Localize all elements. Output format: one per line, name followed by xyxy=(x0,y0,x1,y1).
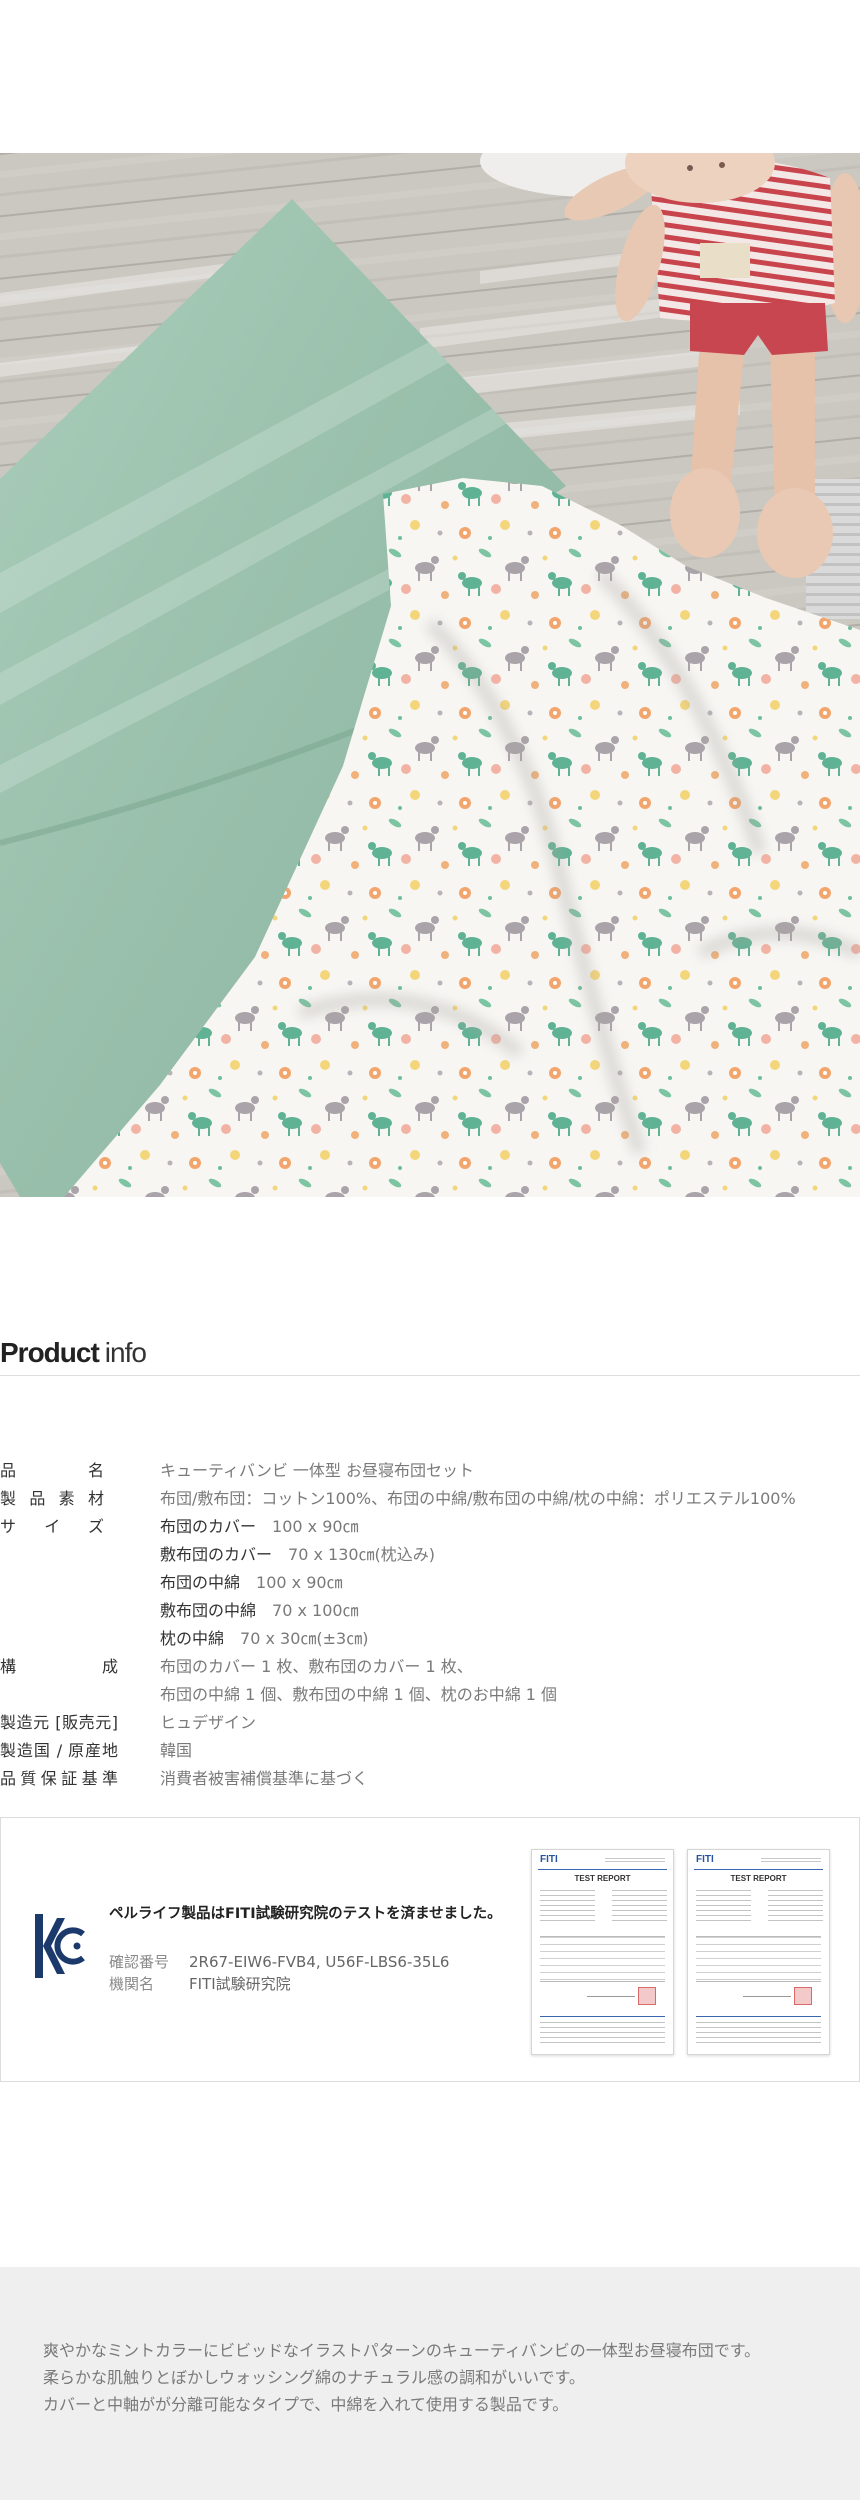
report-header-rule xyxy=(538,1869,667,1870)
confirmation-value: 2R67-EIW6-FVB4, U56F-LBS6-35L6 xyxy=(189,1953,450,1971)
institution-value: FITI試験研究院 xyxy=(189,1975,291,1993)
kc-mark-icon xyxy=(35,1914,85,1978)
composition-line: 布団の中綿 1 個、敷布団の中綿 1 個、枕のお中綿 1 個 xyxy=(160,1685,558,1704)
size-name: 敷布団のカバー xyxy=(160,1545,273,1564)
info-value-line: 韓国 xyxy=(160,1741,193,1760)
info-value: 布団のカバー 100 x 90㎝ 敷布団のカバー 70 x 130㎝(枕込み) 布団… xyxy=(160,1513,860,1653)
report-meta-text xyxy=(605,1858,665,1863)
report-footer-rule xyxy=(540,2016,665,2017)
size-value: 100 x 90㎝ xyxy=(256,1573,343,1592)
report-signature-line xyxy=(743,1996,791,1997)
report-results-table xyxy=(540,1936,665,1982)
description-line: 爽やかなミントカラーにビビッドなイラストパターンのキューティバンビの一体型お昼寝… xyxy=(43,2341,761,2360)
description-line: 柔らかな肌触りとぼかしウォッシング綿のナチュラル感の調和がいいです。 xyxy=(43,2368,585,2387)
report-meta-text xyxy=(761,1858,821,1863)
info-row-material: 製品素材 布団/敷布団：コットン100%、布団の中綿/敷布団の中綿/枕の中綿：ポ… xyxy=(0,1485,860,1513)
info-value: 布団/敷布団：コットン100%、布団の中綿/敷布団の中綿/枕の中綿：ポリエステル… xyxy=(160,1485,860,1513)
info-row-composition: 構成 布団のカバー 1 枚、敷布団のカバー 1 枚、 布団の中綿 1 個、敷布団… xyxy=(0,1653,860,1709)
info-value: 消費者被害補償基準に基づく xyxy=(160,1765,860,1793)
report-text-block xyxy=(768,1890,823,1922)
product-info-heading: Product info xyxy=(0,1336,147,1370)
heading-light: info xyxy=(104,1337,147,1368)
report-seal-stamp xyxy=(794,1987,812,2005)
certification-title: ペルライフ製品はFITI試験研究院のテストを済ませました。 xyxy=(109,1906,502,1922)
report-text-block xyxy=(696,1890,751,1922)
report-text-block xyxy=(540,1890,595,1922)
size-name: 布団のカバー xyxy=(160,1517,257,1536)
confirmation-number: 確認番号 2R67-EIW6-FVB4, U56F-LBS6-35L6 xyxy=(109,1951,449,1973)
size-value: 70 x 30㎝(±3㎝) xyxy=(240,1629,369,1648)
description-text: 爽やかなミントカラーにビビッドなイラストパターンのキューティバンビの一体型お昼寝… xyxy=(43,2337,760,2418)
size-line: 敷布団の中綿 70 x 100㎝ xyxy=(160,1597,860,1625)
info-label: 品名 xyxy=(0,1461,104,1480)
report-title: TEST REPORT xyxy=(574,1874,631,1883)
report-header-rule xyxy=(694,1869,823,1870)
size-name: 枕の中綿 xyxy=(160,1629,225,1648)
info-value: キューティバンビ 一体型 お昼寝布団セット xyxy=(160,1457,860,1485)
fiti-logo: FITI xyxy=(696,1854,714,1865)
test-report-thumbnail: FITI TEST REPORT xyxy=(687,1849,830,2055)
info-value-line: 消費者被害補償基準に基づく xyxy=(160,1769,369,1788)
info-row-warranty: 品質保証基準 消費者被害補償基準に基づく xyxy=(0,1765,860,1793)
heading-bold: Product xyxy=(0,1337,100,1368)
heading-divider xyxy=(0,1375,860,1376)
info-value-line: 布団/敷布団：コットン100%、布団の中綿/敷布団の中綿/枕の中綿：ポリエステル… xyxy=(160,1489,796,1508)
report-footer-rule xyxy=(696,2016,821,2017)
info-value-line: キューティバンビ 一体型 お昼寝布団セット xyxy=(160,1461,475,1480)
fiti-logo: FITI xyxy=(540,1854,558,1865)
size-name: 布団の中綿 xyxy=(160,1573,241,1592)
info-row-origin: 製造国 / 原産地 韓国 xyxy=(0,1737,860,1765)
info-value: ヒュデザイン xyxy=(160,1709,860,1737)
report-seal-stamp xyxy=(638,1987,656,2005)
info-row-manufacturer: 製造元 [販売元] ヒュデザイン xyxy=(0,1709,860,1737)
info-label: サイズ xyxy=(0,1517,104,1536)
info-row-size: サイズ 布団のカバー 100 x 90㎝ 敷布団のカバー 70 x 130㎝(枕込み… xyxy=(0,1513,860,1653)
confirmation-label: 確認番号 xyxy=(109,1953,170,1971)
info-value: 布団のカバー 1 枚、敷布団のカバー 1 枚、 布団の中綿 1 個、敷布団の中綿… xyxy=(160,1653,860,1709)
info-label: 構成 xyxy=(0,1657,118,1676)
info-label: 製品素材 xyxy=(0,1489,104,1508)
info-label: 品質保証基準 xyxy=(0,1769,118,1788)
size-value: 70 x 130㎝(枕込み) xyxy=(288,1545,436,1564)
description-band: 爽やかなミントカラーにビビッドなイラストパターンのキューティバンビの一体型お昼寝… xyxy=(0,2267,860,2500)
info-value-line: ヒュデザイン xyxy=(160,1713,257,1732)
size-value: 100 x 90㎝ xyxy=(272,1517,359,1536)
report-text-block xyxy=(612,1890,667,1922)
report-signature-line xyxy=(587,1996,635,1997)
product-photo xyxy=(0,153,860,1197)
size-line: 布団の中綿 100 x 90㎝ xyxy=(160,1569,860,1597)
info-row-name: 品名 キューティバンビ 一体型 お昼寝布団セット xyxy=(0,1457,860,1485)
info-label: 製造元 [販売元] xyxy=(0,1713,118,1732)
certification-box: ペルライフ製品はFITI試験研究院のテストを済ませました。 確認番号 2R67-E… xyxy=(0,1817,860,2082)
size-line: 枕の中綿 70 x 30㎝(±3㎝) xyxy=(160,1625,860,1653)
report-title: TEST REPORT xyxy=(730,1874,787,1883)
size-line: 布団のカバー 100 x 90㎝ xyxy=(160,1513,860,1541)
report-footer-text xyxy=(696,2022,821,2044)
size-line: 敷布団のカバー 70 x 130㎝(枕込み) xyxy=(160,1541,860,1569)
institution: 機関名 FITI試験研究院 xyxy=(109,1973,291,1995)
report-results-table xyxy=(696,1936,821,1982)
info-label: 製造国 / 原産地 xyxy=(0,1741,118,1760)
test-report-thumbnail: FITI TEST REPORT xyxy=(531,1849,674,2055)
institution-label: 機関名 xyxy=(109,1975,155,1993)
description-line: カバーと中軸がが分離可能なタイプで、中綿を入れて使用する製品です。 xyxy=(43,2395,569,2414)
report-footer-text xyxy=(540,2022,665,2044)
size-value: 70 x 100㎝ xyxy=(272,1601,359,1620)
size-name: 敷布団の中綿 xyxy=(160,1601,257,1620)
composition-line: 布団のカバー 1 枚、敷布団のカバー 1 枚、 xyxy=(160,1657,473,1676)
product-info-table: 品名 キューティバンビ 一体型 お昼寝布団セット 製品素材 布団/敷布団：コット… xyxy=(0,1457,860,1793)
info-value: 韓国 xyxy=(160,1737,860,1765)
